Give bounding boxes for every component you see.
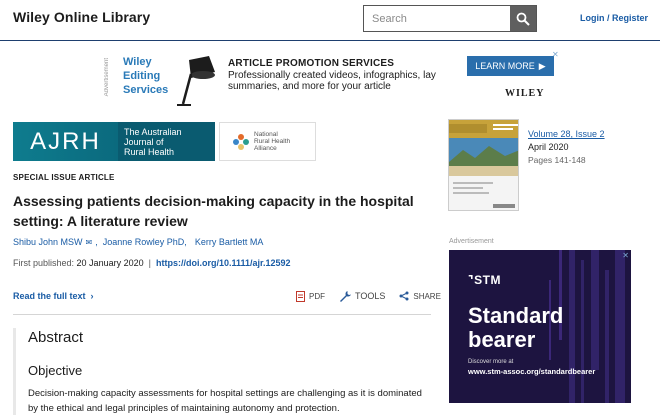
objective-heading: Objective [28,363,83,378]
ad-small-text: Discover more at [468,359,514,365]
wrench-icon [340,291,351,302]
author-link[interactable]: Joanne Rowley PhD, [103,237,187,247]
search-input[interactable] [364,6,510,31]
article-type-label: SPECIAL ISSUE ARTICLE [13,173,115,182]
doi-link[interactable]: https://doi.org/10.1111/ajr.12592 [156,258,291,268]
pdf-button[interactable]: PDF [296,290,325,302]
site-header: Wiley Online Library Login / Register [0,0,660,41]
volume-issue-link[interactable]: Volume 28, Issue 2 [528,128,605,141]
partner-logo[interactable]: National Rural Health Alliance [219,122,316,161]
article-toolbar: PDF TOOLS SHARE [296,290,441,302]
site-logo[interactable]: Wiley Online Library [13,9,150,25]
read-full-text-link[interactable]: Read the full text › [13,291,94,301]
promo-ad-banner[interactable]: Wiley Editing Services ARTICLE PROMOTION… [115,50,560,106]
email-icon[interactable]: ✉ [86,238,93,247]
ad-title: ARTICLE PROMOTION SERVICES [228,58,395,69]
issue-date: April 2020 [528,142,569,152]
ad-headline: Standard bearer [468,303,564,352]
search-icon [516,12,530,26]
chevron-right-icon: › [88,291,94,301]
publication-info: First published: 20 January 2020 | https… [13,258,291,268]
divider [13,314,431,315]
stm-ad[interactable]: ⌝STM Standard bearer Discover more at ww… [449,250,631,403]
ad-url[interactable]: www.stm-assoc.org/standardbearer [468,367,595,376]
tools-button[interactable]: TOOLS [339,290,385,302]
journal-name: The Australian Journal of Rural Health [124,126,182,157]
ad-close-icon[interactable]: ✕ [622,251,629,260]
author-list: Shibu John MSW ✉, Joanne Rowley PhD, Kerr… [13,237,264,247]
lamp-icon [177,56,215,106]
stm-logo: ⌝STM [468,273,501,287]
share-button[interactable]: SHARE [399,291,441,301]
login-register-link[interactable]: Login / Register [580,13,648,23]
article-title: Assessing patients decision-making capac… [13,193,414,229]
wiley-wordmark: WILEY [505,88,545,99]
publish-date: 20 January 2020 [76,258,144,268]
author-link[interactable]: Shibu John MSW [13,237,83,247]
issue-info: Volume 28, Issue 2 April 2020 Pages 141-… [528,128,605,167]
journal-banner[interactable]: AJRH The Australian Journal of Rural Hea… [13,122,215,161]
abstract-heading: Abstract [28,329,84,346]
ad-body: Professionally created videos, infograph… [228,70,436,92]
ad-close-icon[interactable]: ✕ [552,50,559,59]
search-button[interactable] [510,6,536,31]
ad-brand: Wiley Editing Services [123,56,169,96]
cover-image [449,120,518,210]
journal-logo: AJRH [13,122,118,161]
search-box [363,5,537,32]
advertisement-label: Advertisement [449,238,494,245]
abstract-side-bar [13,328,16,415]
flower-icon [233,133,249,150]
abstract-text: Decision-making capacity assessments for… [28,388,422,414]
journal-cover-thumbnail[interactable] [448,119,519,211]
advertisement-label: Advertisement [104,58,110,97]
learn-more-button[interactable]: LEARN MORE ▶ [467,56,554,76]
share-icon [399,291,409,301]
pdf-icon [296,290,305,302]
author-link[interactable]: Kerry Bartlett MA [195,237,264,247]
play-icon: ▶ [538,60,546,71]
page-range: Pages 141-148 [528,155,586,165]
